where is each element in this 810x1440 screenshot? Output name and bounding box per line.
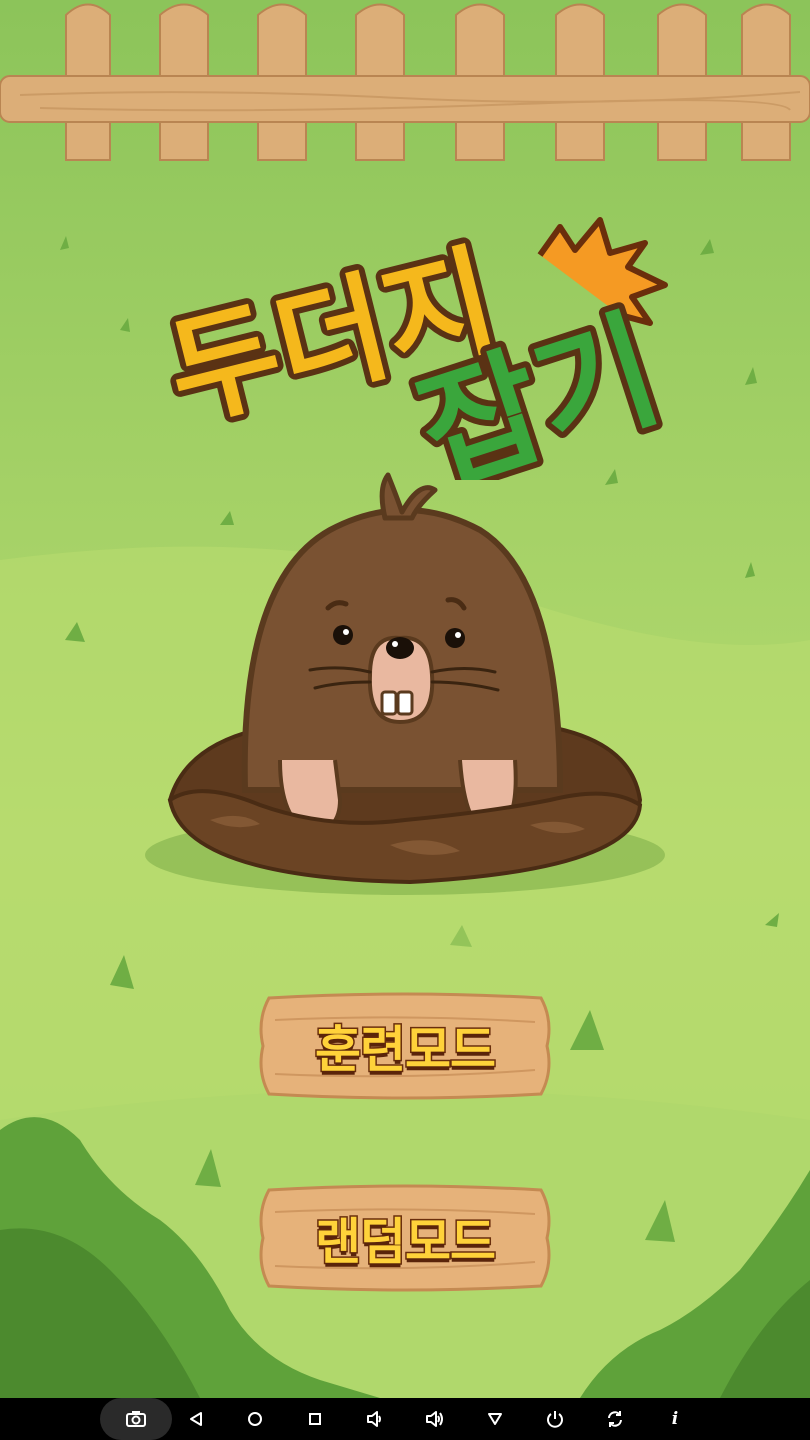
info-button[interactable]: i [645, 1398, 705, 1440]
info-icon: i [671, 1409, 679, 1429]
power-button[interactable] [525, 1398, 585, 1440]
power-icon [547, 1411, 563, 1428]
dropdown-button[interactable] [465, 1398, 525, 1440]
recents-icon [309, 1413, 321, 1425]
game-title-logo: 두더지 잡기 [150, 217, 682, 480]
home-button[interactable] [225, 1398, 285, 1440]
game-scene: 두더지 잡기 훈련모드 랜덤모드 [0, 0, 810, 1398]
home-icon [248, 1412, 262, 1426]
volume-up-icon [426, 1411, 443, 1427]
training-mode-label: 훈련모드 [314, 1020, 498, 1081]
back-button[interactable] [166, 1398, 226, 1440]
back-icon [190, 1412, 202, 1426]
volume-down-button[interactable] [345, 1398, 405, 1440]
mole-character [145, 472, 665, 895]
rotate-icon [608, 1411, 622, 1427]
random-mode-button[interactable]: 랜덤모드 [255, 1182, 555, 1294]
recents-button[interactable] [285, 1398, 345, 1440]
volume-up-button[interactable] [405, 1398, 465, 1440]
screenshot-icon [126, 1411, 146, 1427]
screenshot-button[interactable] [100, 1398, 172, 1440]
dropdown-icon [488, 1413, 502, 1425]
random-mode-label: 랜덤모드 [314, 1212, 498, 1273]
system-nav-bar: i [0, 1398, 810, 1440]
training-mode-button[interactable]: 훈련모드 [255, 990, 555, 1102]
rotate-button[interactable] [585, 1398, 645, 1440]
wooden-fence [0, 3, 810, 161]
volume-down-icon [367, 1411, 381, 1427]
